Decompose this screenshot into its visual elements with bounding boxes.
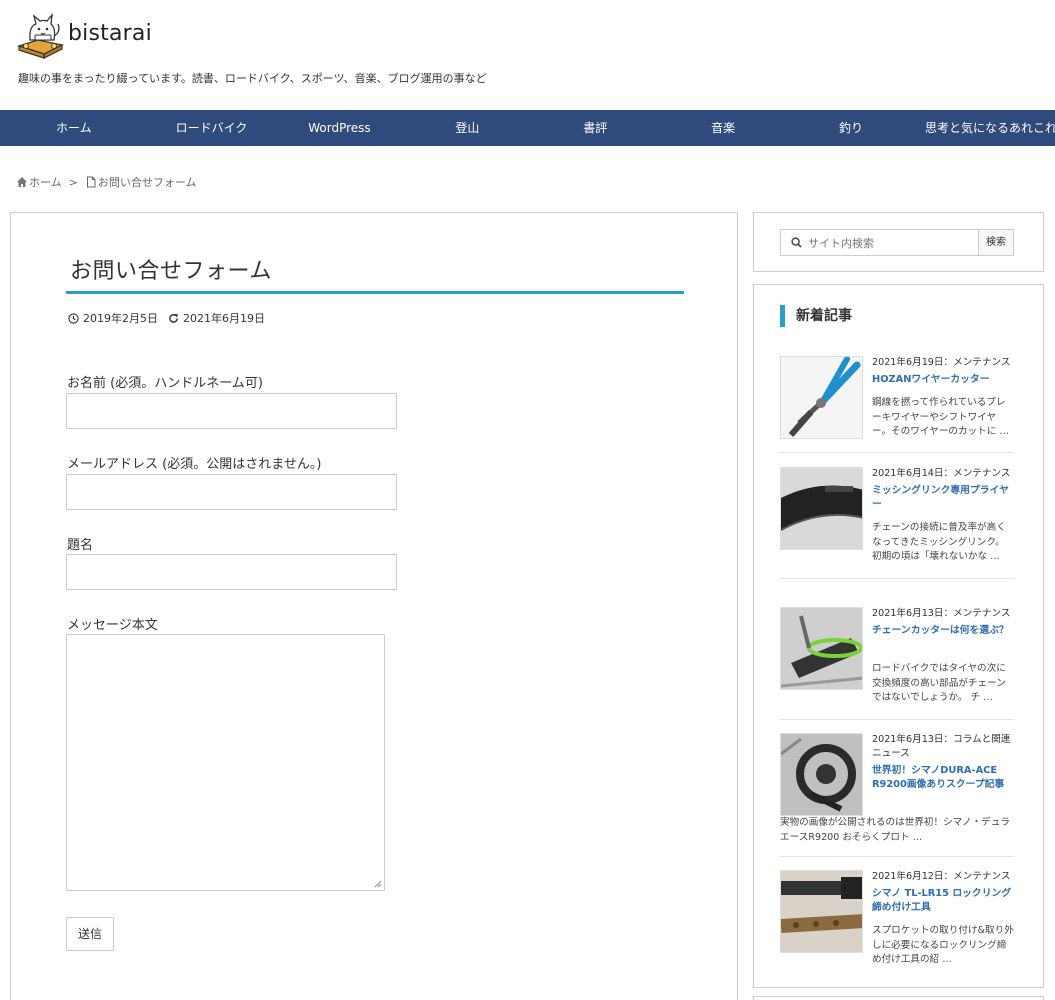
post-title-link[interactable]: ミッシングリンク専用プライヤー <box>872 484 1014 512</box>
breadcrumb-current: お問い合せフォーム <box>97 176 197 189</box>
name-label: お名前 (必須。ハンドルネーム可) <box>67 376 263 391</box>
search-field[interactable]: サイト内検索 検索 <box>780 229 1014 256</box>
recent-posts-heading: 新着記事 <box>780 305 852 327</box>
global-nav: ホーム ロードバイク WordPress 登山 書評 音楽 釣り 思考と気になる… <box>0 110 1055 146</box>
post-meta: 2019年2月5日 2021年6月19日 <box>68 310 265 326</box>
post-date: 2021年6月13日：コラムと関連ニュース <box>872 734 1011 759</box>
nav-item-roadbike[interactable]: ロードバイク <box>148 110 276 146</box>
nav-item-book-review[interactable]: 書評 <box>531 110 659 146</box>
home-icon <box>17 177 27 187</box>
main-content: お問い合せフォーム 2019年2月5日 2021年6月19日 お名前 (必須。ハ… <box>10 212 738 1000</box>
search-input[interactable]: サイト内検索 <box>808 235 978 251</box>
nav-item-fishing[interactable]: 釣り <box>787 110 915 146</box>
post-title-link[interactable]: HOZANワイヤーカッター <box>872 373 1014 387</box>
post-divider <box>780 856 1014 857</box>
site-header: bistarai 趣味の事をまったり綴っています。読書、ロードバイク、スポーツ、… <box>0 0 1055 110</box>
post-date: 2021年6月12日：メンテナンス <box>872 871 1011 882</box>
subject-label: 題名 <box>67 538 94 553</box>
breadcrumb-home-link[interactable]: ホーム <box>29 174 62 190</box>
search-icon <box>791 237 802 248</box>
breadcrumb-separator: > <box>68 175 78 189</box>
post-date: 2021年6月13日：メンテナンス <box>872 608 1011 619</box>
sidebar-search-widget: サイト内検索 検索 <box>753 212 1044 272</box>
email-input[interactable] <box>66 474 397 510</box>
post-excerpt: ロードバイクではタイヤの次に交換頻度の高い部品がチェーンではないでしょうか。 チ… <box>872 663 1006 703</box>
nav-item-music[interactable]: 音楽 <box>659 110 787 146</box>
post-title-link[interactable]: 世界初！シマノDURA-ACE R9200画像ありスクープ記事 <box>872 764 1014 792</box>
post-excerpt: 実物の画像が公開されるのは世界初！シマノ・デュラエースR9200 おそらくプロト… <box>780 817 1010 843</box>
post-date: 2021年6月19日：メンテナンス <box>872 357 1011 368</box>
post-excerpt: スプロケットの取り付け&取り外しに必要になるロックリング締め付け工具の紹 … <box>872 925 1014 965</box>
subject-input[interactable] <box>66 554 397 590</box>
breadcrumb: ホーム > お問い合せフォーム <box>16 174 197 190</box>
submit-button[interactable]: 送信 <box>66 917 114 951</box>
post-title-link[interactable]: チェーンカッターは何を選ぶ？ <box>872 624 1014 638</box>
message-label: メッセージ本文 <box>67 618 158 633</box>
post-divider <box>780 452 1014 453</box>
site-title[interactable]: bistarai <box>68 21 152 46</box>
nav-item-mountain[interactable]: 登山 <box>403 110 531 146</box>
page-icon <box>86 176 96 188</box>
resize-handle-icon[interactable] <box>374 880 382 888</box>
post-divider <box>780 719 1014 720</box>
message-textarea[interactable] <box>66 634 385 891</box>
post-thumbnail-derailleur[interactable] <box>780 733 863 816</box>
nav-item-wordpress[interactable]: WordPress <box>275 110 403 146</box>
updated-date: 2021年6月19日 <box>183 312 265 325</box>
published-date: 2019年2月5日 <box>83 312 158 325</box>
page-title: お問い合せフォーム <box>70 259 272 284</box>
post-excerpt: チェーンの接続に普及率が高くなってきたミッシングリンク。初期の頃は「壊れないかな… <box>872 522 1006 562</box>
nav-item-home[interactable]: ホーム <box>0 110 148 146</box>
post-excerpt: 鋼線を撚って作られているブレーキワイヤーやシフトワイヤー。そのワイヤーのカットに… <box>872 397 1009 437</box>
clock-icon <box>68 312 79 324</box>
title-underline <box>66 291 684 294</box>
site-logo-link[interactable]: bistarai <box>16 10 152 60</box>
cat-logo-icon <box>17 12 64 59</box>
post-thumbnail-wire-cutter[interactable] <box>780 356 863 439</box>
post-divider <box>780 578 1014 579</box>
post-title-link[interactable]: シマノ TL-LR15 ロックリング締め付け工具 <box>872 887 1014 915</box>
site-description: 趣味の事をまったり綴っています。読書、ロードバイク、スポーツ、音楽、ブログ運用の… <box>18 72 487 85</box>
post-date: 2021年6月14日：メンテナンス <box>872 468 1011 479</box>
recent-posts-widget: 新着記事 2021年6月19日：メンテナンス HOZANワイヤーカッター 鋼線を… <box>753 284 1044 988</box>
search-button[interactable]: 検索 <box>978 230 1013 255</box>
name-input[interactable] <box>66 393 397 429</box>
email-label: メールアドレス (必須。公開はされません。) <box>67 457 322 472</box>
sidebar-next-widget <box>753 996 1044 1000</box>
nav-item-thoughts[interactable]: 思考と気になるあれこれ <box>915 110 1055 146</box>
refresh-icon <box>169 313 179 323</box>
